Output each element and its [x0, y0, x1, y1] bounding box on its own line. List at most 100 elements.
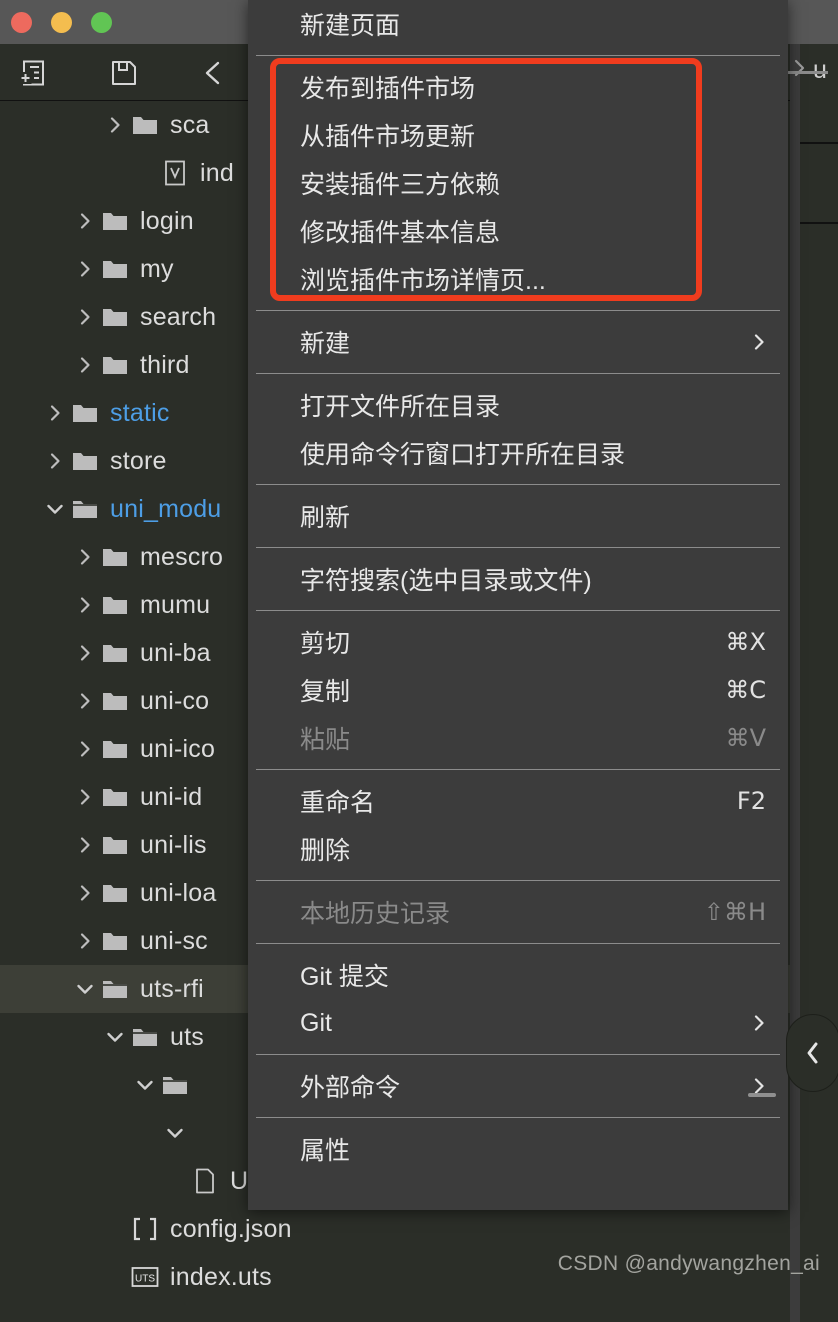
tree-item-label: uni-ico — [140, 734, 216, 763]
menu-item[interactable]: 新建页面 — [248, 0, 788, 48]
menu-separator — [256, 769, 780, 770]
menu-separator — [256, 484, 780, 485]
folder-open-icon — [68, 485, 102, 533]
menu-item[interactable]: 本地历史记录 ⇧⌘H — [248, 888, 788, 936]
menu-item-label: 粘贴 — [300, 726, 351, 754]
chevron-right-icon[interactable] — [72, 677, 98, 725]
new-file-icon[interactable] — [18, 58, 48, 88]
minimize-button[interactable] — [51, 12, 72, 33]
tree-item-label: uts — [170, 1022, 204, 1051]
chevron-down-icon[interactable] — [162, 1109, 188, 1157]
back-chevron-icon[interactable] — [199, 58, 229, 88]
menu-item-label: 从插件市场更新 — [300, 123, 476, 151]
svg-text:UTS: UTS — [135, 1274, 155, 1285]
menu-item[interactable]: 删除 — [248, 825, 788, 873]
chevron-down-icon[interactable] — [42, 485, 68, 533]
traffic-lights — [11, 12, 112, 33]
tree-row[interactable]: config.json — [0, 1205, 790, 1253]
menu-item-label: 本地历史记录 — [300, 900, 451, 928]
folder-icon — [98, 197, 132, 245]
chevron-right-icon[interactable] — [72, 773, 98, 821]
menu-item-label: 安装插件三方依赖 — [300, 171, 501, 199]
chevron-down-icon[interactable] — [132, 1061, 158, 1109]
folder-icon — [98, 341, 132, 389]
chevron-right-icon[interactable] — [72, 821, 98, 869]
tree-item-label: uni-sc — [140, 926, 208, 955]
scrollbar-nub[interactable] — [748, 1093, 776, 1097]
menu-item[interactable]: 修改插件基本信息 — [248, 207, 788, 255]
menu-separator — [256, 1054, 780, 1055]
panel-collapse-handle[interactable] — [786, 1014, 838, 1092]
close-button[interactable] — [11, 12, 32, 33]
zoom-button[interactable] — [91, 12, 112, 33]
folder-icon — [98, 821, 132, 869]
folder-icon — [98, 629, 132, 677]
tree-item-label: my — [140, 254, 174, 283]
chevron-right-icon[interactable] — [72, 341, 98, 389]
menu-item-accelerator: ⇧⌘H — [703, 898, 766, 926]
menu-item[interactable]: 新建 — [248, 318, 788, 366]
menu-item[interactable]: Git 提交 — [248, 951, 788, 999]
menu-item[interactable]: 刷新 — [248, 492, 788, 540]
menu-item-accelerator: ⌘V — [725, 724, 766, 752]
menu-item-label: 重命名 — [300, 789, 376, 817]
chevron-right-icon[interactable] — [72, 869, 98, 917]
file-icon — [188, 1157, 222, 1205]
folder-icon — [98, 245, 132, 293]
menu-item[interactable]: 粘贴 ⌘V — [248, 714, 788, 762]
tree-item-label: static — [110, 398, 170, 427]
menu-item[interactable]: 发布到插件市场 — [248, 63, 788, 111]
menu-item[interactable]: 剪切 ⌘X — [248, 618, 788, 666]
menu-item[interactable]: 属性 — [248, 1125, 788, 1173]
folder-icon — [98, 581, 132, 629]
chevron-right-icon[interactable] — [72, 581, 98, 629]
chevron-right-icon[interactable] — [72, 725, 98, 773]
folder-open-icon — [98, 965, 132, 1013]
menu-item-label: 新建 — [300, 330, 351, 358]
menu-item[interactable]: 重命名 F2 — [248, 777, 788, 825]
tree-item-label: store — [110, 446, 167, 475]
menu-item-label: Git — [300, 1008, 332, 1037]
folder-icon — [98, 533, 132, 581]
chevron-right-icon[interactable] — [42, 389, 68, 437]
chevron-right-icon[interactable] — [102, 101, 128, 149]
menu-item[interactable]: Git — [248, 999, 788, 1047]
chevron-right-icon[interactable] — [72, 293, 98, 341]
menu-item[interactable]: 外部命令 — [248, 1062, 788, 1110]
menu-item-accelerator: ⌘X — [725, 628, 766, 656]
submenu-chevron-icon — [752, 1013, 766, 1033]
menu-item[interactable]: 浏览插件市场详情页... — [248, 255, 788, 303]
chevron-right-icon[interactable] — [72, 245, 98, 293]
save-icon[interactable] — [109, 58, 139, 88]
gutter-divider-2 — [800, 222, 838, 224]
menu-item[interactable]: 字符搜索(选中目录或文件) — [248, 555, 788, 603]
folder-icon — [98, 917, 132, 965]
folder-icon — [98, 293, 132, 341]
tree-item-label: uni_modu — [110, 494, 222, 523]
chevron-right-icon[interactable] — [42, 437, 68, 485]
menu-item[interactable]: 从插件市场更新 — [248, 111, 788, 159]
chevron-down-icon[interactable] — [72, 965, 98, 1013]
menu-item-label: 发布到插件市场 — [300, 75, 476, 103]
menu-item[interactable]: 复制 ⌘C — [248, 666, 788, 714]
chevron-right-icon[interactable] — [72, 533, 98, 581]
menu-item-accelerator: ⌘C — [725, 676, 766, 704]
chevron-right-icon[interactable] — [72, 629, 98, 677]
chevron-right-icon[interactable] — [72, 197, 98, 245]
tree-item-label: uni-co — [140, 686, 210, 715]
tree-item-label: sca — [170, 110, 210, 139]
app-window: u sca ind login my search third static s… — [0, 0, 838, 1322]
context-menu[interactable]: 新建页面发布到插件市场 从插件市场更新 安装插件三方依赖修改插件基本信息 浏览插件市场… — [248, 0, 788, 1210]
chevron-right-icon[interactable] — [72, 917, 98, 965]
menu-item[interactable]: 打开文件所在目录 — [248, 381, 788, 429]
menu-separator — [256, 547, 780, 548]
chevron-down-icon[interactable] — [102, 1013, 128, 1061]
tree-icon-spacer — [188, 1109, 222, 1157]
menu-item-label: Git 提交 — [300, 963, 389, 991]
tree-item-label: uni-lis — [140, 830, 207, 859]
tree-item-label: config.json — [170, 1214, 292, 1243]
menu-item[interactable]: 安装插件三方依赖 — [248, 159, 788, 207]
menu-separator — [256, 943, 780, 944]
menu-item[interactable]: 使用命令行窗口打开所在目录 — [248, 429, 788, 477]
menu-item-label: 外部命令 — [300, 1074, 401, 1102]
